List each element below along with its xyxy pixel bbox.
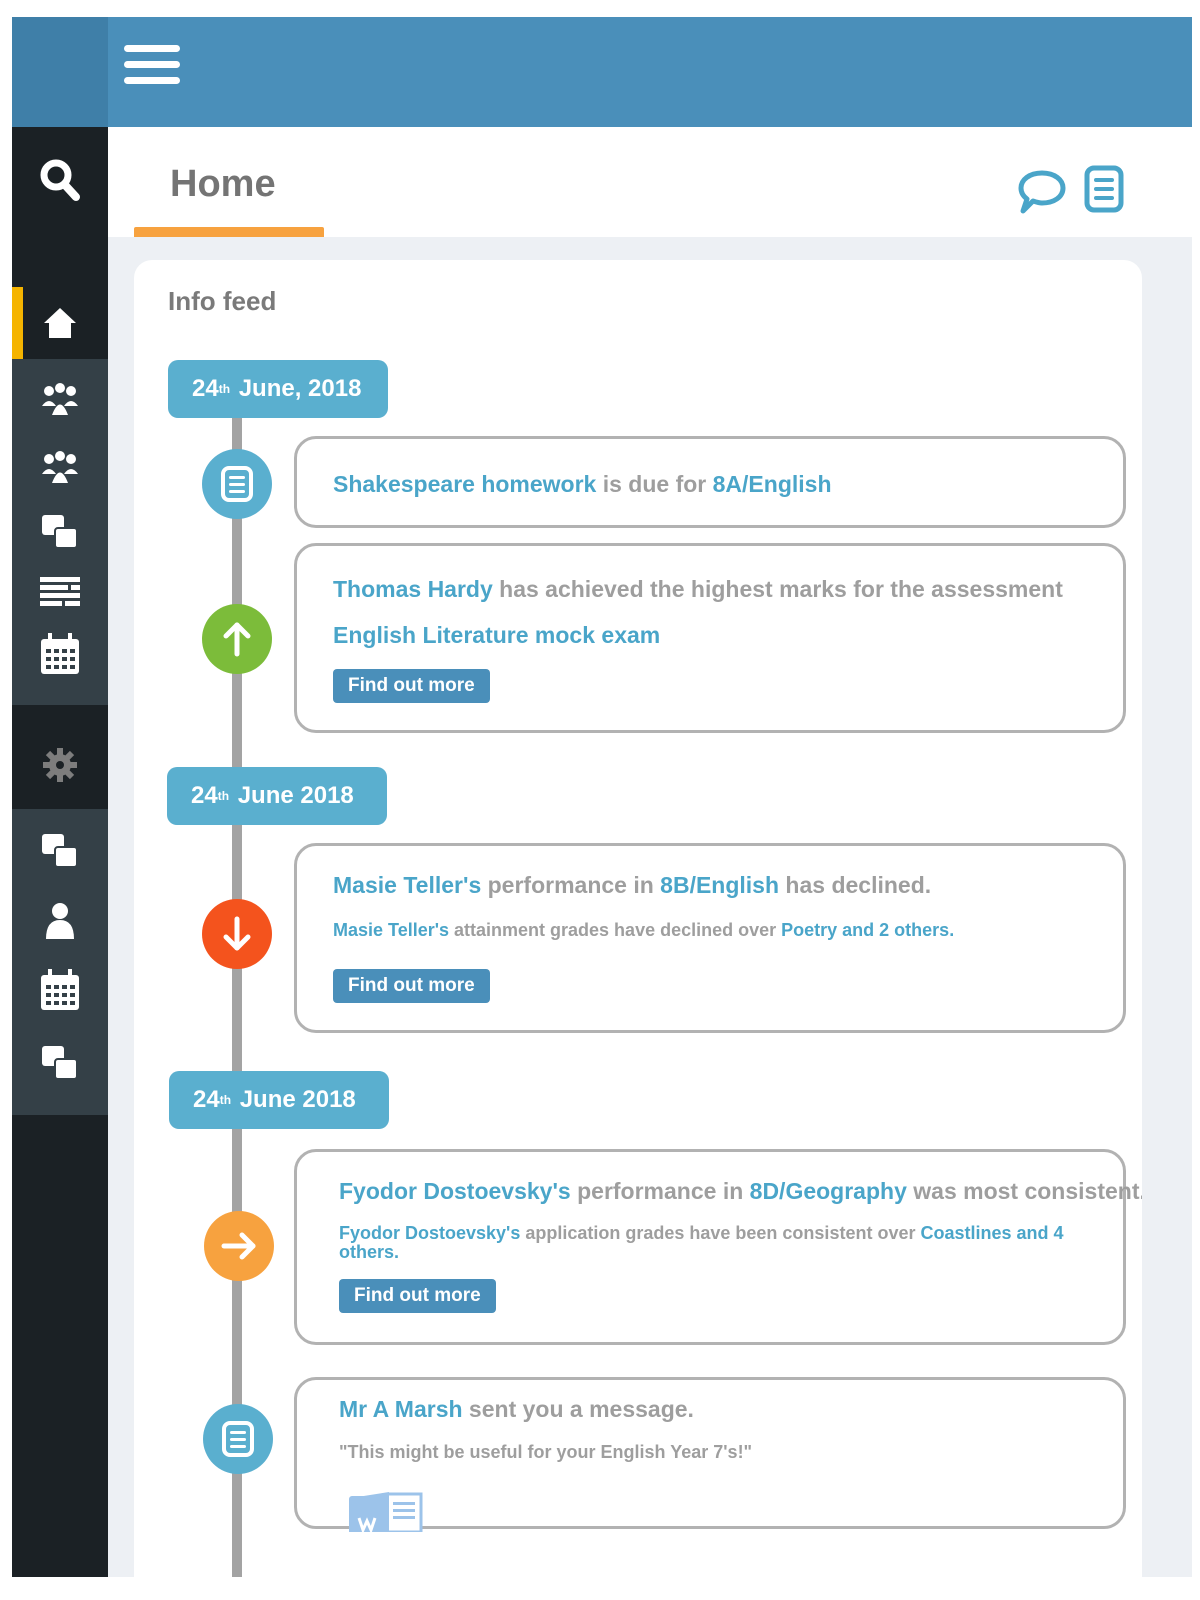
- message-quote: "This might be useful for your English Y…: [339, 1442, 753, 1462]
- date-day: 24: [191, 782, 218, 809]
- calendar-icon: [41, 969, 79, 1010]
- student-link[interactable]: Fyodor Dostoevsky's: [339, 1178, 571, 1204]
- top-bar: [12, 17, 1192, 127]
- find-out-more-button[interactable]: Find out more: [339, 1279, 496, 1313]
- sidebar-item-calendar[interactable]: [12, 621, 108, 687]
- feed-item-detail: Masie Teller's attainment grades have de…: [333, 920, 1113, 941]
- gear-icon: [43, 748, 77, 782]
- users-icon: [42, 451, 78, 483]
- sidebar-group-1: [12, 359, 108, 705]
- feed-item-text: Fyodor Dostoevsky's performance in 8D/Ge…: [339, 1178, 1142, 1205]
- home-icon: [44, 308, 76, 338]
- sidebar-item-profile[interactable]: [12, 893, 108, 949]
- student-link[interactable]: Fyodor Dostoevsky's: [339, 1223, 520, 1243]
- feed-title: Info feed: [168, 286, 277, 316]
- date-rest: June 2018: [233, 1086, 356, 1113]
- copy-icon: [42, 1046, 78, 1080]
- timeline-line: [232, 390, 242, 1577]
- text: has achieved the highest marks for the a…: [492, 576, 1063, 602]
- info-feed: Info feed 24th June, 2018 Shakespeare ho…: [134, 260, 1142, 1577]
- list-icon[interactable]: [1084, 165, 1124, 218]
- text: performance in: [570, 1178, 750, 1204]
- topics-link[interactable]: Poetry and 2 others.: [781, 920, 954, 940]
- student-link[interactable]: Masie Teller's: [333, 920, 449, 940]
- date-day: 24: [192, 375, 219, 402]
- class-link[interactable]: 8A/English: [713, 471, 832, 497]
- page-title: Home: [170, 163, 276, 205]
- feed-item-text: Thomas Hardy has achieved the highest ma…: [333, 576, 1063, 603]
- text: performance in: [481, 872, 661, 898]
- feed-item-detail: Fyodor Dostoevsky's application grades h…: [339, 1224, 1099, 1262]
- sidebar-item-copy-2[interactable]: [12, 823, 108, 879]
- student-link[interactable]: Thomas Hardy: [333, 576, 493, 602]
- copy-icon: [42, 834, 78, 868]
- sidebar-item-list[interactable]: [12, 564, 108, 618]
- top-bar-corner: [12, 17, 108, 127]
- feed-item[interactable]: Mr A Marsh sent you a message. "This mig…: [294, 1377, 1126, 1536]
- user-icon: [46, 903, 74, 939]
- arrow-right-icon: [204, 1211, 274, 1281]
- assessment-link[interactable]: English Literature mock exam: [333, 622, 660, 649]
- text: attainment grades have declined over: [449, 920, 782, 940]
- sidebar-item-copy[interactable]: [12, 504, 108, 560]
- text: sent you a message.: [462, 1396, 694, 1422]
- arrow-up-icon: [202, 604, 272, 674]
- list-icon: [40, 577, 80, 606]
- text: has declined.: [779, 872, 932, 898]
- date-header: 24th June 2018: [167, 767, 387, 825]
- student-link[interactable]: Masie Teller's: [333, 872, 481, 898]
- arrow-down-icon: [202, 899, 272, 969]
- copy-icon: [42, 515, 78, 549]
- homework-link[interactable]: Shakespeare homework: [333, 471, 596, 497]
- date-rest: June, 2018: [232, 375, 362, 402]
- feed-item-text: Shakespeare homework is due for 8A/Engli…: [333, 471, 832, 498]
- sender-link[interactable]: Mr A Marsh: [339, 1396, 463, 1422]
- date-suffix: th: [217, 789, 230, 803]
- text: was most consistent.: [906, 1178, 1142, 1204]
- feed-item[interactable]: Fyodor Dostoevsky's performance in 8D/Ge…: [294, 1149, 1142, 1345]
- feed-item[interactable]: Shakespeare homework is due for 8A/Engli…: [294, 436, 1126, 528]
- active-tab-underline: [134, 227, 324, 237]
- text: application grades have been consistent …: [520, 1223, 921, 1243]
- class-link[interactable]: 8D/Geography: [750, 1178, 907, 1204]
- find-out-more-button[interactable]: Find out more: [333, 669, 490, 703]
- search-icon[interactable]: [12, 145, 108, 215]
- hamburger-icon[interactable]: [124, 45, 180, 97]
- date-suffix: th: [219, 1093, 232, 1107]
- active-indicator: [12, 287, 23, 359]
- page-header: Home: [108, 127, 1192, 237]
- date-header: 24th June 2018: [169, 1071, 389, 1129]
- feed-item-text: Mr A Marsh sent you a message.: [339, 1396, 694, 1423]
- sidebar-item-groups[interactable]: [12, 371, 108, 427]
- sidebar-item-calendar-2[interactable]: [12, 959, 108, 1021]
- calendar-icon: [41, 633, 79, 674]
- app-frame: Home Info feed 24th June, 2018 Shakespea…: [12, 17, 1192, 1577]
- document-icon: [202, 449, 272, 519]
- document-icon: [203, 1404, 273, 1474]
- date-suffix: th: [218, 382, 231, 396]
- text: is due for: [596, 471, 713, 497]
- sidebar: [12, 127, 108, 1577]
- sidebar-group-2: [12, 809, 108, 1115]
- feed-item[interactable]: Masie Teller's performance in 8B/English…: [294, 843, 1126, 1033]
- sidebar-item-settings[interactable]: [12, 735, 108, 795]
- class-link[interactable]: 8B/English: [660, 872, 779, 898]
- sidebar-item-copy-3[interactable]: [12, 1035, 108, 1091]
- feed-item-text: Masie Teller's performance in 8B/English…: [333, 872, 931, 899]
- users-icon: [42, 383, 78, 415]
- find-out-more-button[interactable]: Find out more: [333, 969, 490, 1003]
- word-document-icon[interactable]: [349, 1488, 423, 1537]
- date-rest: June 2018: [231, 782, 354, 809]
- sidebar-item-home[interactable]: [12, 287, 108, 359]
- date-day: 24: [193, 1086, 220, 1113]
- sidebar-item-classes[interactable]: [12, 439, 108, 495]
- feed-item[interactable]: Thomas Hardy has achieved the highest ma…: [294, 543, 1126, 733]
- date-header: 24th June, 2018: [168, 360, 388, 418]
- chat-icon[interactable]: [1018, 169, 1066, 220]
